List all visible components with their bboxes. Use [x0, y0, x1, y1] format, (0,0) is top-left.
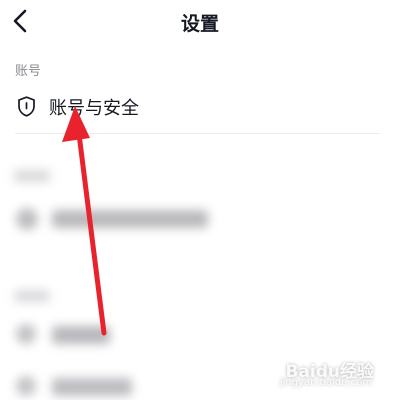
account-security-item[interactable]: 账号与安全: [0, 86, 400, 126]
account-security-label: 账号与安全: [49, 98, 139, 119]
navigation-bar: 设置: [0, 0, 400, 44]
shield-icon: [18, 96, 35, 117]
section-label-account: 账号: [15, 64, 42, 79]
watermark: Baidu经验 jingyan.baidu.com: [280, 357, 374, 388]
watermark-url: jingyan.baidu.com: [279, 377, 372, 388]
page-title: 设置: [180, 13, 219, 35]
divider: [15, 133, 380, 134]
